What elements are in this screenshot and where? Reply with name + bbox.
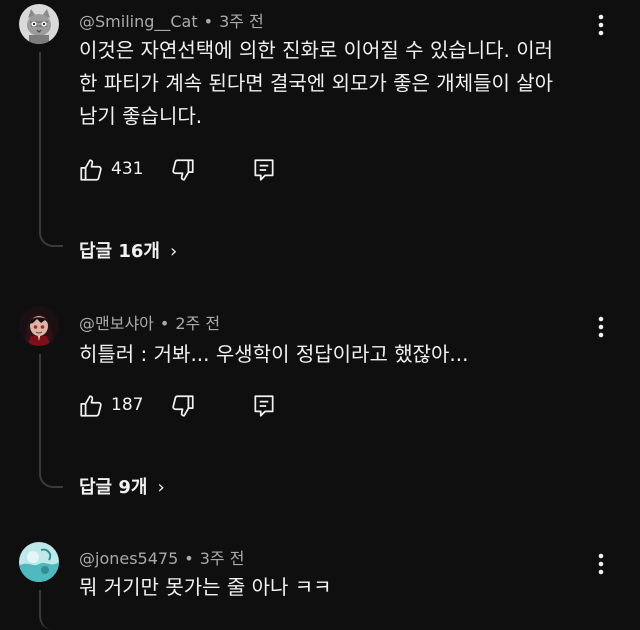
teal-character-avatar-icon — [19, 542, 59, 582]
comment-meta: @Smiling__Cat • 3주 전 — [79, 8, 264, 32]
timestamp[interactable]: 3주 전 — [219, 12, 264, 31]
comment-3: @jones5475 • 3주 전 뭐 거기만 못가는 줄 아나 ㅋㅋ — [0, 535, 640, 630]
comment-text: 이것은 자연선택에 의한 진화로 이어질 수 있습니다. 이러 한 파티가 계속… — [79, 34, 589, 133]
reply-thread-line — [39, 590, 63, 630]
reply-comment-icon[interactable] — [251, 393, 277, 419]
chevron-right-icon: › — [157, 477, 165, 498]
view-replies-button[interactable]: 답글 16개 › — [79, 237, 177, 263]
author-name[interactable]: @Smiling__Cat — [79, 12, 198, 31]
avatar[interactable] — [19, 306, 59, 346]
comment-2: @맨보샤아 • 2주 전 히틀러 : 거봐... 우생학이 정답이라고 했잖아...… — [0, 300, 640, 510]
reply-comment-icon[interactable] — [251, 157, 277, 183]
comment-text-line: 한 파티가 계속 된다면 결국엔 외모가 좋은 개체들이 살아 — [79, 71, 554, 95]
comment-actions: 187 — [78, 393, 298, 419]
cat-avatar-icon — [19, 4, 59, 44]
view-replies-button[interactable]: 답글 9개 › — [79, 473, 165, 499]
thumbs-down-icon[interactable] — [170, 157, 196, 183]
comment-actions: 431 — [78, 157, 298, 183]
like-count: 187 — [111, 395, 144, 415]
more-vert-icon[interactable] — [591, 315, 611, 339]
replies-label: 답글 9개 — [79, 477, 148, 498]
reply-thread-line — [39, 354, 63, 488]
comment-text: 뭐 거기만 못가는 줄 아나 ㅋㅋ — [79, 571, 589, 604]
replies-label: 답글 16개 — [79, 241, 160, 262]
more-vert-icon[interactable] — [591, 13, 611, 37]
timestamp[interactable]: 2주 전 — [175, 314, 220, 333]
comment-1: @Smiling__Cat • 3주 전 이것은 자연선택에 의한 진화로 이어질 … — [0, 0, 640, 270]
thumbs-up-icon[interactable] — [78, 157, 104, 183]
comment-text-line: 이것은 자연선택에 의한 진화로 이어질 수 있습니다. 이러 — [79, 38, 554, 62]
avatar[interactable] — [19, 542, 59, 582]
chevron-right-icon: › — [170, 241, 178, 262]
comment-text: 히틀러 : 거봐... 우생학이 정답이라고 했잖아... — [79, 338, 589, 371]
timestamp[interactable]: 3주 전 — [200, 549, 245, 568]
reply-thread-line — [39, 52, 63, 247]
author-name[interactable]: @맨보샤아 — [79, 314, 154, 333]
meta-separator: • — [184, 549, 194, 568]
avatar[interactable] — [19, 4, 59, 44]
more-vert-icon[interactable] — [591, 552, 611, 576]
comment-text-line: 뭐 거기만 못가는 줄 아나 ㅋㅋ — [79, 575, 332, 599]
author-name[interactable]: @jones5475 — [79, 549, 178, 568]
anime-girl-avatar-icon — [19, 306, 59, 346]
meta-separator: • — [159, 314, 170, 333]
like-count: 431 — [111, 159, 144, 179]
comment-meta: @맨보샤아 • 2주 전 — [79, 310, 220, 334]
comment-text-line: 남기 좋습니다. — [79, 104, 203, 128]
comment-meta: @jones5475 • 3주 전 — [79, 545, 244, 569]
meta-separator: • — [203, 12, 214, 31]
comment-text-line: 히틀러 : 거봐... 우생학이 정답이라고 했잖아... — [79, 342, 469, 366]
thumbs-down-icon[interactable] — [170, 393, 196, 419]
thumbs-up-icon[interactable] — [78, 393, 104, 419]
